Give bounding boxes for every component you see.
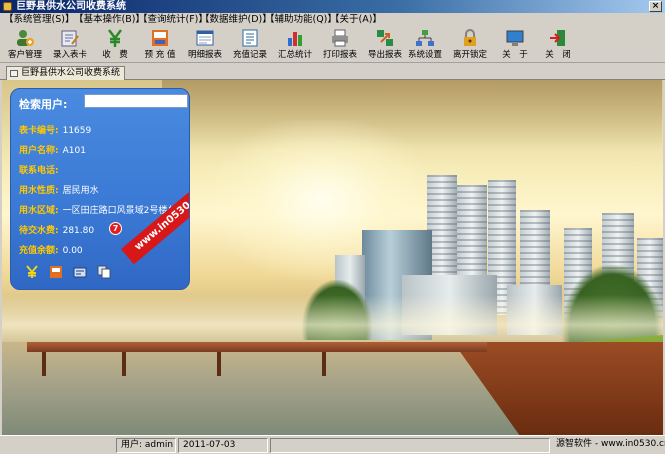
field-label: 用水性质: <box>19 186 59 196</box>
search-user-label: 检索用户: <box>19 98 68 111</box>
toolbar-label: 系统设置 <box>407 50 442 60</box>
toolbar-label: 客户管理 <box>7 50 42 60</box>
prepay-icon <box>152 30 168 46</box>
toolbar-prepay-button[interactable]: 预 充 值 <box>138 28 182 62</box>
field-value: 0.00 <box>62 246 83 256</box>
customer-info-panel: 检索用户: 表卡编号: 11659 用户名称: A101 联系电话: 用水性质: 居民… <box>10 88 190 290</box>
field-card-number: 表卡编号: 11659 <box>19 125 91 137</box>
yen-icon[interactable] <box>25 265 39 279</box>
toolbar-label: 预 充 值 <box>144 50 176 60</box>
records-icon <box>242 29 258 47</box>
tab-label: 巨野县供水公司收费系统 <box>21 68 121 78</box>
background-pier-post <box>42 352 46 376</box>
menu-data[interactable]: 【数据维护(D)】 <box>200 13 272 26</box>
window-title: 巨野县供水公司收费系统 <box>16 1 126 12</box>
monitor-icon <box>506 30 524 46</box>
toolbar-lock-button[interactable]: 离开锁定 <box>448 28 492 62</box>
document-tabstrip: 巨野县供水公司收费系统 <box>0 64 665 80</box>
toolbar-print-button[interactable]: 打印报表 <box>318 28 362 62</box>
background-pier-post <box>217 352 221 376</box>
field-value: 居民用水 <box>62 186 99 196</box>
lock-icon <box>464 29 476 46</box>
toolbar-customer-button[interactable]: 客户管理 <box>3 28 47 62</box>
toolbar: 客户管理 录入表卡 收 费 预 充 值 明细报表 充值记录 汇总统计 打印报表 … <box>0 26 665 63</box>
background-pier-post <box>322 352 326 376</box>
field-value: A101 <box>62 146 86 156</box>
field-value: 281.80 <box>62 226 95 236</box>
search-user-input[interactable] <box>84 94 188 108</box>
menu-system[interactable]: 【系统管理(S)】 <box>4 13 74 26</box>
toolbar-detail-report-button[interactable]: 明细报表 <box>183 28 227 62</box>
field-label: 用水区域: <box>19 206 59 216</box>
field-balance: 充值余额: 0.00 <box>19 245 83 257</box>
field-due-fee: 待交水费: 281.80 <box>19 225 94 237</box>
menu-about[interactable]: 【关于(A)】 <box>330 13 382 26</box>
toolbar-label: 打印报表 <box>322 50 357 60</box>
status-vendor: 源智软件 - www.in0530.cn <box>556 439 665 449</box>
toolbar-label: 明细报表 <box>187 50 222 60</box>
toolbar-settings-button[interactable]: 系统设置 <box>403 28 447 62</box>
field-water-type: 用水性质: 居民用水 <box>19 185 99 197</box>
toolbar-label: 录入表卡 <box>52 50 87 60</box>
toolbar-label: 离开锁定 <box>452 50 487 60</box>
field-label: 充值余额: <box>19 246 59 256</box>
app-icon <box>3 2 12 11</box>
toolbar-label: 充值记录 <box>232 50 267 60</box>
background-pier <box>27 342 487 352</box>
pending-count-badge[interactable]: 7 <box>109 222 122 235</box>
window-titlebar[interactable]: 巨野县供水公司收费系统 × <box>0 0 665 13</box>
field-label: 联系电话: <box>19 166 59 176</box>
status-user: 用户: admin <box>116 438 176 453</box>
printer-icon <box>332 29 348 47</box>
report-icon <box>196 30 214 46</box>
toolbar-recharge-records-button[interactable]: 充值记录 <box>228 28 272 62</box>
field-label: 用户名称: <box>19 146 59 156</box>
settings-network-icon <box>416 30 434 46</box>
exit-icon <box>550 30 565 46</box>
field-label: 待交水费: <box>19 226 59 236</box>
field-value: 11659 <box>62 126 92 136</box>
toolbar-label: 关 闭 <box>545 50 571 60</box>
statusbar: 用户: admin 2011-07-03 源智软件 - www.in0530.c… <box>0 435 665 454</box>
menu-assist[interactable]: 【辅助功能(Q)】 <box>265 13 337 26</box>
toolbar-label: 收 费 <box>102 50 128 60</box>
menu-basic[interactable]: 【基本操作(B)】 <box>74 13 145 26</box>
copy-icon[interactable] <box>97 265 111 279</box>
yen-icon <box>108 29 122 47</box>
menubar: 【系统管理(S)】 【基本操作(B)】 【查询统计(F)】 【数据维护(D)】 … <box>0 13 665 26</box>
website-ribbon: www.in0530.cn <box>121 178 189 265</box>
toolbar-label: 关 于 <box>502 50 528 60</box>
field-label: 表卡编号: <box>19 126 59 136</box>
status-spacer <box>2 438 114 453</box>
field-phone: 联系电话: <box>19 165 63 177</box>
toolbar-label: 汇总统计 <box>277 50 312 60</box>
card-icon[interactable] <box>73 265 87 279</box>
toolbar-enter-card-button[interactable]: 录入表卡 <box>48 28 92 62</box>
tab-main[interactable]: 巨野县供水公司收费系统 <box>6 66 126 80</box>
add-user-icon <box>17 30 34 46</box>
menu-query[interactable]: 【查询统计(F)】 <box>138 13 208 26</box>
background-pier-post <box>122 352 126 376</box>
toolbar-label: 导出报表 <box>367 50 402 60</box>
field-user-name: 用户名称: A101 <box>19 145 86 157</box>
toolbar-charge-button[interactable]: 收 费 <box>93 28 137 62</box>
close-window-button[interactable]: × <box>649 1 662 12</box>
status-message <box>270 438 550 453</box>
bar-chart-icon <box>288 32 302 46</box>
toolbar-export-button[interactable]: 导出报表 <box>363 28 407 62</box>
toolbar-close-button[interactable]: 关 闭 <box>536 28 580 62</box>
window-icon <box>10 70 18 77</box>
export-icon <box>377 30 393 46</box>
prepay-icon[interactable] <box>49 265 63 279</box>
edit-card-icon <box>61 30 79 47</box>
toolbar-about-button[interactable]: 关 于 <box>493 28 537 62</box>
toolbar-summary-button[interactable]: 汇总统计 <box>273 28 317 62</box>
status-date: 2011-07-03 <box>178 438 268 453</box>
